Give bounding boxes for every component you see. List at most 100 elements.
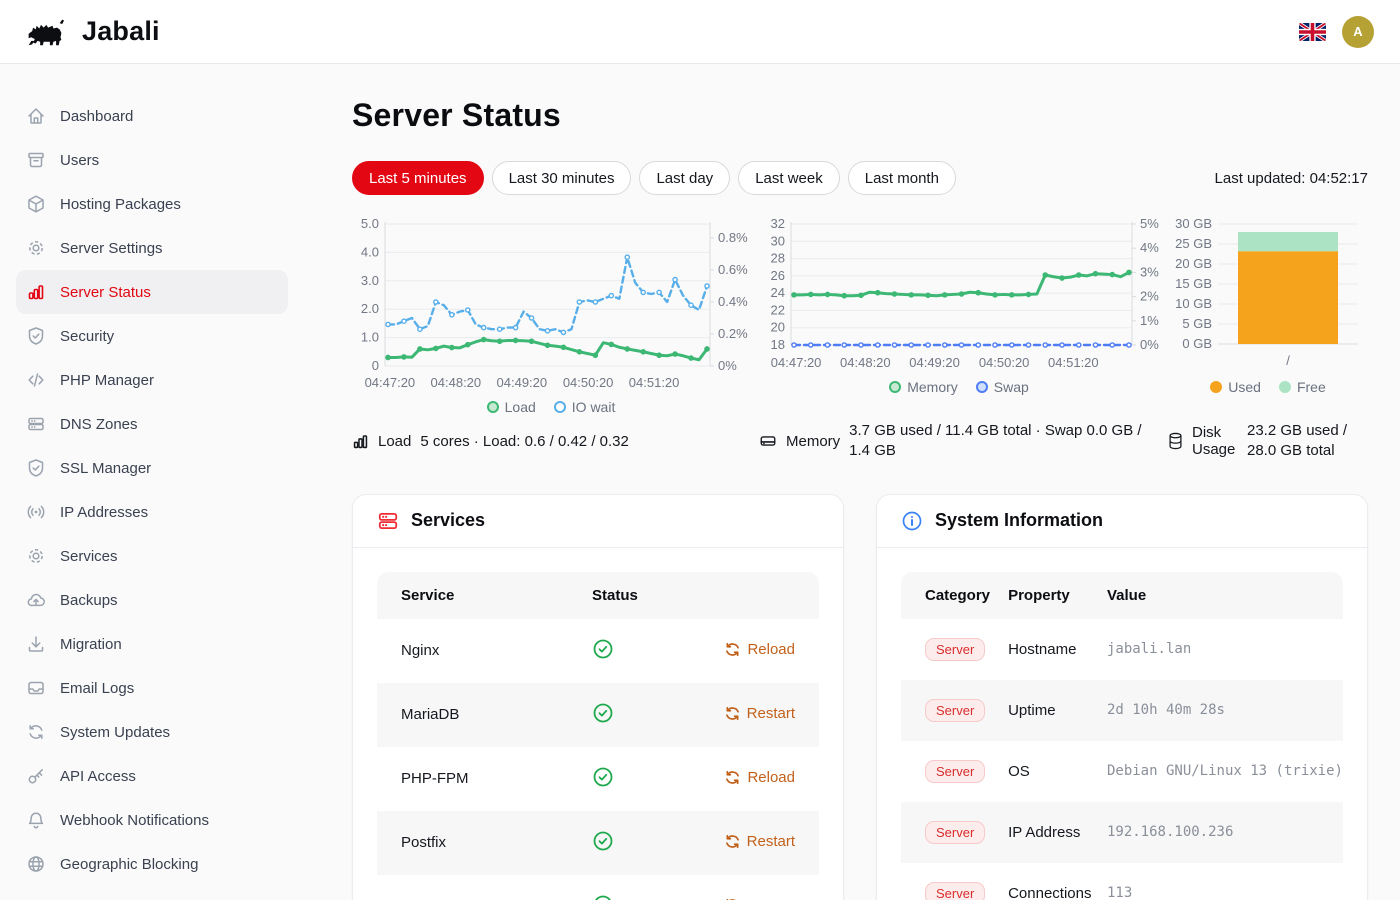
svg-text:1%: 1% — [1140, 313, 1159, 328]
sidebar-item-ip-addresses[interactable]: IP Addresses — [16, 490, 288, 534]
svg-text:5%: 5% — [1140, 219, 1159, 231]
table-row: MariaDB Restart — [377, 683, 819, 747]
status-ok-icon — [592, 638, 614, 660]
time-range-group: Last 5 minutes Last 30 minutes Last day … — [352, 161, 956, 195]
sidebar-item-label: DNS Zones — [60, 416, 138, 433]
memory-chart-box: 32302826242220185%4%3%2%1%0%04:47:2004:4… — [759, 219, 1159, 415]
sidebar-item-label: Security — [60, 328, 114, 345]
sidebar-item-server-status[interactable]: Server Status — [16, 270, 288, 314]
svg-text:20 GB: 20 GB — [1175, 256, 1212, 271]
sidebar-item-dns-zones[interactable]: DNS Zones — [16, 402, 288, 446]
brand-name: Jabali — [82, 16, 160, 47]
sidebar-item-php-manager[interactable]: PHP Manager — [16, 358, 288, 402]
sidebar-item-label: Services — [60, 548, 118, 565]
svg-text:04:49:20: 04:49:20 — [497, 375, 548, 390]
sidebar-item-label: Hosting Packages — [60, 196, 181, 213]
shield-check-icon — [26, 458, 46, 478]
system-information-table: Category Property Value Server Hostname … — [901, 572, 1343, 900]
svg-text:5.0: 5.0 — [361, 219, 379, 231]
svg-text:04:51:20: 04:51:20 — [1048, 355, 1099, 370]
sidebar-item-system-updates[interactable]: System Updates — [16, 710, 288, 754]
boar-logo-icon — [26, 16, 72, 48]
sidebar-item-label: Backups — [60, 592, 118, 609]
svg-text:3%: 3% — [1140, 264, 1159, 279]
sidebar-item-geographic-blocking[interactable]: Geographic Blocking — [16, 842, 288, 886]
reload-button[interactable]: Reload — [725, 641, 795, 658]
load-legend-dot — [487, 401, 499, 413]
sidebar-item-hosting-packages[interactable]: Hosting Packages — [16, 182, 288, 226]
restart-button[interactable]: Restart — [725, 705, 795, 722]
restart-button[interactable]: Restart — [725, 897, 795, 900]
cloud-upload-icon — [26, 590, 46, 610]
database-icon — [1168, 432, 1183, 450]
code-icon — [26, 370, 46, 390]
sidebar-item-email-logs[interactable]: Email Logs — [16, 666, 288, 710]
uk-flag-icon[interactable] — [1299, 23, 1326, 41]
sidebar-item-label: API Access — [60, 768, 136, 785]
load-chart: 5.04.03.02.01.000.8%0.6%0.4%0.2%0%04:47:… — [352, 219, 750, 395]
sidebar-item-label: Dashboard — [60, 108, 133, 125]
gear-icon — [26, 238, 46, 258]
svg-text:04:50:20: 04:50:20 — [563, 375, 614, 390]
table-row: PHP-FPM Reload — [377, 747, 819, 811]
main-content: Server Status Last 5 minutes Last 30 min… — [304, 64, 1400, 900]
load-chart-box: 5.04.03.02.01.000.8%0.6%0.4%0.2%0%04:47:… — [352, 219, 750, 415]
sidebar-item-security[interactable]: Security — [16, 314, 288, 358]
restart-button[interactable]: Restart — [725, 833, 795, 850]
col-category: Category — [901, 572, 1008, 619]
sidebar-item-users[interactable]: Users — [16, 138, 288, 182]
shield-check-icon — [26, 326, 46, 346]
disk-summary: Disk Usage 23.2 GB used / 28.0 GB total — [1168, 421, 1368, 462]
sidebar-item-services[interactable]: Services — [16, 534, 288, 578]
range-last-week[interactable]: Last week — [738, 161, 840, 195]
svg-text:0: 0 — [372, 358, 379, 373]
sidebar-item-migration[interactable]: Migration — [16, 622, 288, 666]
free-legend-dot — [1279, 381, 1291, 393]
last-updated: Last updated: 04:52:17 — [1215, 170, 1368, 187]
svg-text:25 GB: 25 GB — [1175, 236, 1212, 251]
category-badge: Server — [925, 638, 985, 661]
sidebar-item-backups[interactable]: Backups — [16, 578, 288, 622]
bar-chart-icon — [26, 282, 46, 302]
svg-text:18: 18 — [771, 337, 785, 352]
table-row: Dovecot Restart — [377, 875, 819, 900]
sidebar-item-webhook-notifications[interactable]: Webhook Notifications — [16, 798, 288, 842]
reload-button[interactable]: Reload — [725, 769, 795, 786]
range-last-month[interactable]: Last month — [848, 161, 956, 195]
sidebar-item-label: IP Addresses — [60, 504, 148, 521]
svg-text:28: 28 — [771, 251, 785, 266]
bar-chart-icon — [352, 433, 369, 450]
swap-legend-dot — [976, 381, 988, 393]
sidebar-item-label: PHP Manager — [60, 372, 154, 389]
range-last-5-minutes[interactable]: Last 5 minutes — [352, 161, 484, 195]
gear-icon — [26, 546, 46, 566]
col-value: Value — [1107, 572, 1343, 619]
sidebar-item-ssl-manager[interactable]: SSL Manager — [16, 446, 288, 490]
page-title: Server Status — [352, 97, 1368, 134]
sidebar-item-label: SSL Manager — [60, 460, 151, 477]
refresh-icon — [26, 722, 46, 742]
svg-text:1.0: 1.0 — [361, 330, 379, 345]
avatar[interactable]: A — [1342, 16, 1374, 48]
sidebar-item-dashboard[interactable]: Dashboard — [16, 94, 288, 138]
status-ok-icon — [592, 702, 614, 724]
svg-text:0%: 0% — [718, 358, 737, 373]
sidebar-item-server-settings[interactable]: Server Settings — [16, 226, 288, 270]
home-icon — [26, 106, 46, 126]
used-legend-dot — [1210, 381, 1222, 393]
system-information-card-title: System Information — [935, 510, 1103, 531]
memory-chart: 32302826242220185%4%3%2%1%0%04:47:2004:4… — [759, 219, 1159, 375]
range-last-day[interactable]: Last day — [639, 161, 730, 195]
services-table: Service Status Nginx Reload MariaDB — [377, 572, 819, 900]
range-last-30-minutes[interactable]: Last 30 minutes — [492, 161, 632, 195]
svg-text:0.6%: 0.6% — [718, 262, 748, 277]
sidebar-item-label: System Updates — [60, 724, 170, 741]
svg-text:2.0: 2.0 — [361, 301, 379, 316]
svg-text:04:47:20: 04:47:20 — [771, 355, 822, 370]
svg-text:3.0: 3.0 — [361, 273, 379, 288]
svg-text:04:48:20: 04:48:20 — [840, 355, 891, 370]
sidebar-item-api-access[interactable]: API Access — [16, 754, 288, 798]
category-badge: Server — [925, 760, 985, 783]
brand[interactable]: Jabali — [26, 16, 160, 48]
memory-icon — [759, 432, 777, 450]
